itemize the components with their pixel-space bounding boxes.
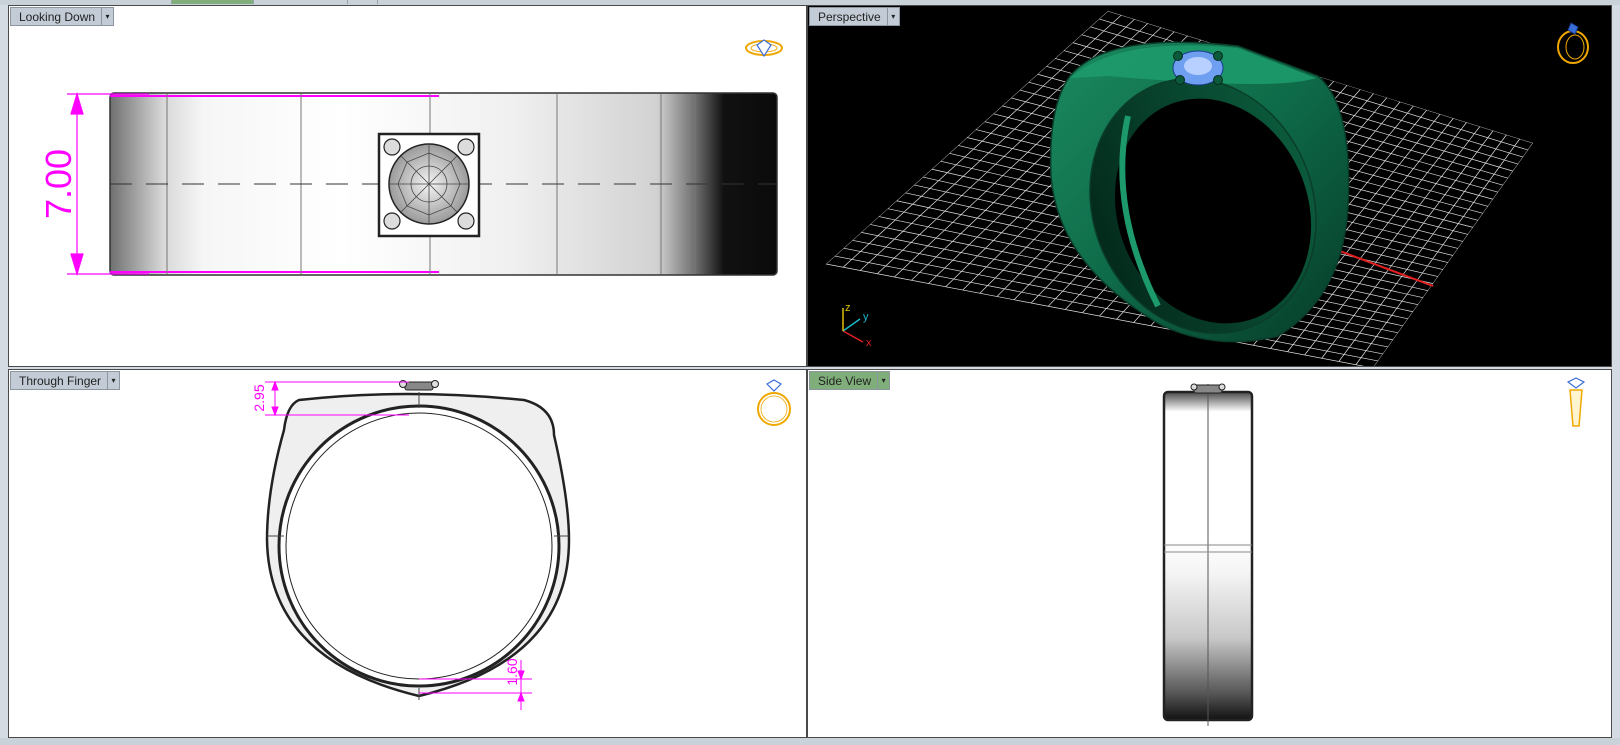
dropdown-arrow-icon[interactable]: ▾ [886, 8, 899, 25]
dimension-bottom-label: 1.60 [504, 658, 520, 685]
ring-top-view-icon [745, 39, 783, 58]
viewport-name: Through Finger [19, 373, 102, 388]
viewport-name: Looking Down [19, 9, 96, 24]
viewport-label-side-view[interactable]: Side View ▾ [809, 371, 891, 390]
viewport-label-perspective[interactable]: Perspective ▾ [809, 7, 900, 26]
looking-down-drawing: 7.00 [38, 91, 778, 277]
gem [1172, 50, 1224, 86]
viewport-through-finger[interactable]: Through Finger ▾ 2.95 1.60 [8, 369, 807, 738]
viewport-name: Perspective [818, 9, 881, 24]
tab[interactable] [254, 0, 348, 4]
through-finger-drawing: 2.95 1.60 [251, 380, 571, 710]
ring-front-view-icon [757, 379, 791, 426]
dimension-label: 7.00 [38, 149, 79, 219]
viewport-looking-down[interactable]: Looking Down ▾ 7.00 [8, 5, 807, 367]
viewport-label-through-finger[interactable]: Through Finger ▾ [10, 371, 121, 390]
tab[interactable] [348, 0, 378, 4]
viewport-perspective[interactable]: Perspective ▾ x y z [807, 5, 1612, 367]
side-view-drawing [1162, 383, 1254, 726]
perspective-drawing: x y z [826, 11, 1533, 366]
dropdown-arrow-icon[interactable]: ▾ [101, 8, 113, 25]
axis-z-label: z [845, 302, 851, 314]
viewport-name: Side View [818, 373, 872, 388]
status-strip [0, 738, 1620, 745]
dropdown-arrow-icon[interactable]: ▾ [877, 372, 889, 389]
dimension-top-label: 2.95 [251, 384, 267, 411]
axis-y-label: y [863, 311, 869, 323]
ring-side-view-icon [1566, 377, 1586, 427]
ring-perspective-icon [1557, 22, 1589, 64]
viewport-label-looking-down[interactable]: Looking Down ▾ [10, 7, 115, 26]
dropdown-arrow-icon[interactable]: ▾ [107, 372, 119, 389]
tab-active[interactable] [172, 0, 254, 4]
tab[interactable] [0, 0, 172, 4]
axis-x-label: x [866, 337, 872, 349]
viewport-side-view[interactable]: Side View ▾ [807, 369, 1612, 738]
